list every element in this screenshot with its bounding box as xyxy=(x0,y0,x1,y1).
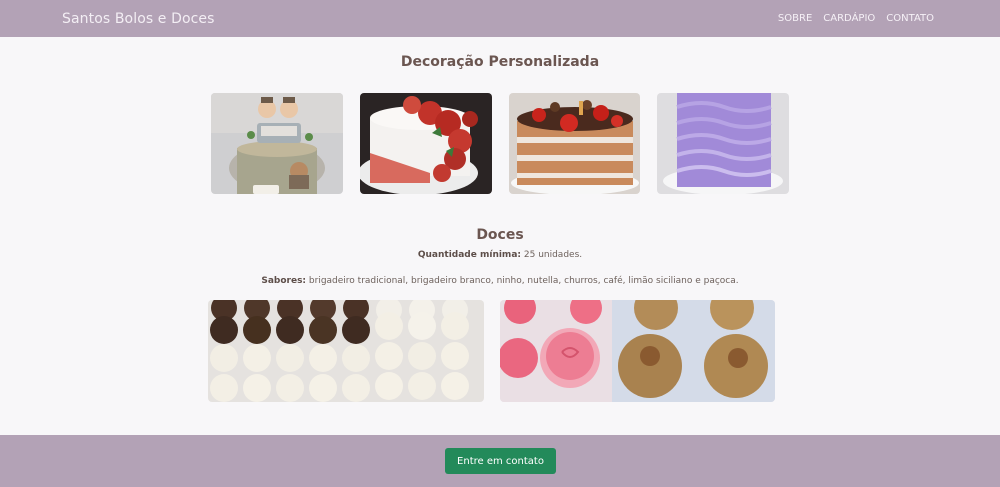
brigadeiros-tray-image xyxy=(208,300,484,402)
minimum-quantity-text: Quantidade mínima: 25 unidades. xyxy=(0,250,1000,260)
section-title-doces: Doces xyxy=(476,227,524,243)
navbar: Santos Bolos e Doces SOBRE CARDÁPIO CONT… xyxy=(0,0,1000,37)
nav-links: SOBRE CARDÁPIO CONTATO xyxy=(778,13,934,24)
minimum-quantity-value: 25 unidades. xyxy=(523,250,583,260)
flavors-text: Sabores: brigadeiro tradicional, brigade… xyxy=(0,276,1000,286)
cake-red-flowers-image xyxy=(360,93,492,194)
nav-link-cardapio[interactable]: CARDÁPIO xyxy=(823,13,875,24)
flavors-label: Sabores: xyxy=(261,276,307,286)
brand-logo-text[interactable]: Santos Bolos e Doces xyxy=(62,11,215,27)
nav-link-contato[interactable]: CONTATO xyxy=(886,13,934,24)
minimum-quantity-label: Quantidade mínima: xyxy=(417,250,521,260)
cake-lilac-waves-image xyxy=(657,93,789,194)
pink-and-caramel-sweets-image xyxy=(500,300,775,402)
cake-kids-figures-image xyxy=(211,93,343,194)
cake-naked-strawberry-image xyxy=(509,93,640,194)
flavors-value: brigadeiro tradicional, brigadeiro branc… xyxy=(308,276,739,286)
contact-button[interactable]: Entre em contato xyxy=(445,448,556,474)
section-title-decoracao: Decoração Personalizada xyxy=(400,54,600,70)
nav-link-sobre[interactable]: SOBRE xyxy=(778,13,812,24)
